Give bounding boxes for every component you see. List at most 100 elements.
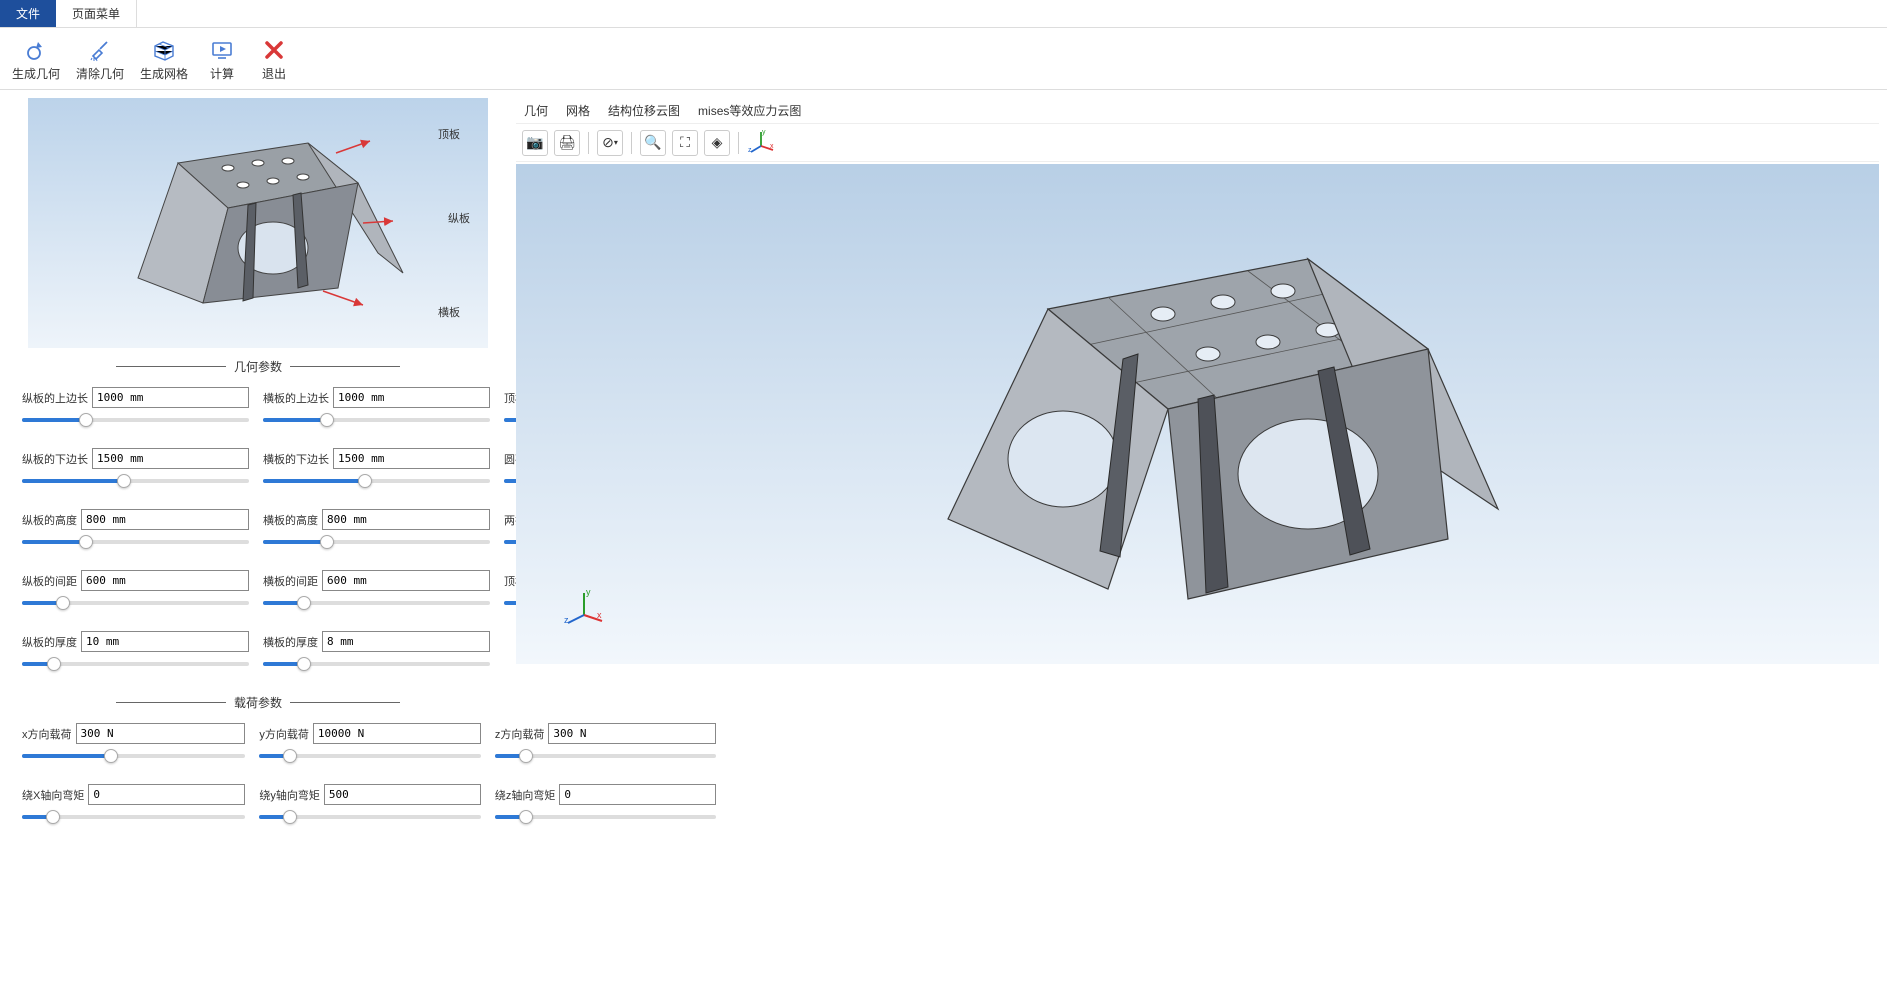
geom-param-6: 纵板的高度	[22, 509, 249, 550]
geom-slider-10[interactable]	[263, 595, 490, 611]
geom-slider-4[interactable]	[263, 473, 490, 489]
clear-geom-label: 清除几何	[76, 65, 124, 82]
geom-param-12: 纵板的厚度	[22, 631, 249, 672]
geom-slider-3[interactable]	[22, 473, 249, 489]
preview-label-cross: 横板	[438, 304, 460, 320]
gen-mesh-button[interactable]: 生成网格	[136, 35, 192, 84]
viewer-toolbar: 📷 🖨 ⊘▾ 🔍 ⛶ ◈ yxz	[516, 123, 1879, 162]
geom-slider-7[interactable]	[263, 534, 490, 550]
circle-slash-icon: ⊘	[602, 134, 614, 151]
svg-text:x: x	[597, 610, 602, 620]
brush-icon	[88, 37, 112, 63]
axis-gizmo-toolbar-icon[interactable]: yxz	[747, 128, 775, 157]
load-label-0: x方向载荷	[22, 726, 72, 742]
geom-input-3[interactable]	[92, 448, 249, 469]
viewer-panel: 几何 网格 结构位移云图 mises等效应力云图 📷 🖨 ⊘▾ 🔍 ⛶ ◈ yx…	[516, 98, 1879, 825]
load-slider-5[interactable]	[495, 809, 717, 825]
geom-input-12[interactable]	[81, 631, 249, 652]
mesh-cube-icon	[151, 37, 177, 63]
menubar-tab-file[interactable]: 文件	[0, 0, 56, 27]
toolbar-separator	[631, 132, 632, 154]
load-label-4: 绕y轴向弯矩	[259, 787, 320, 803]
svg-text:y: y	[762, 129, 766, 136]
geom-label-1: 横板的上边长	[263, 390, 329, 406]
geom-input-1[interactable]	[333, 387, 490, 408]
rotate-button[interactable]: ◈	[704, 130, 730, 156]
geom-param-1: 横板的上边长	[263, 387, 490, 428]
geom-param-3: 纵板的下边长	[22, 448, 249, 489]
clear-geom-button[interactable]: 清除几何	[72, 35, 128, 84]
compute-label: 计算	[210, 65, 234, 82]
geom-input-4[interactable]	[333, 448, 490, 469]
geom-param-10: 横板的间距	[263, 570, 490, 611]
viewer-tab-mesh[interactable]: 网格	[566, 102, 590, 119]
geom-input-6[interactable]	[81, 509, 249, 530]
geom-input-9[interactable]	[81, 570, 249, 591]
gen-geom-label: 生成几何	[12, 65, 60, 82]
shape-icon	[24, 37, 48, 63]
viewer-tab-disp[interactable]: 结构位移云图	[608, 102, 680, 119]
geom-label-10: 横板的间距	[263, 573, 318, 589]
axis-gizmo-viewport-icon: yxz	[564, 587, 604, 628]
menubar-tab-page-menu[interactable]: 页面菜单	[56, 0, 137, 27]
geom-slider-1[interactable]	[263, 412, 490, 428]
play-monitor-icon	[210, 37, 234, 63]
geom-slider-0[interactable]	[22, 412, 249, 428]
load-section-divider: 载荷参数	[8, 694, 508, 711]
fit-button[interactable]: ⛶	[672, 130, 698, 156]
geom-input-7[interactable]	[322, 509, 490, 530]
geom-input-10[interactable]	[322, 570, 490, 591]
gen-geom-button[interactable]: 生成几何	[8, 35, 64, 84]
geom-slider-13[interactable]	[263, 656, 490, 672]
load-input-3[interactable]	[88, 784, 245, 805]
geom-slider-12[interactable]	[22, 656, 249, 672]
load-slider-4[interactable]	[259, 809, 481, 825]
load-slider-1[interactable]	[259, 748, 481, 764]
exit-button[interactable]: 退出	[252, 35, 296, 84]
printer-icon: 🖨	[558, 134, 576, 151]
view-mode-button[interactable]: ⊘▾	[597, 130, 623, 156]
print-button[interactable]: 🖨	[554, 130, 580, 156]
load-section-title: 载荷参数	[234, 694, 282, 711]
geom-params-grid: 纵板的上边长横板的上边长顶板圆孔半径纵板的下边长横板的下边长圆孔间距纵板的高度横…	[8, 387, 508, 672]
geom-label-4: 横板的下边长	[263, 451, 329, 467]
load-input-0[interactable]	[76, 723, 246, 744]
load-label-1: y方向载荷	[259, 726, 309, 742]
geom-input-13[interactable]	[322, 631, 490, 652]
svg-text:z: z	[748, 147, 752, 154]
geom-label-12: 纵板的厚度	[22, 634, 77, 650]
snapshot-button[interactable]: 📷	[522, 130, 548, 156]
load-input-4[interactable]	[324, 784, 481, 805]
viewer-tab-mises[interactable]: mises等效应力云图	[698, 102, 801, 119]
compute-button[interactable]: 计算	[200, 35, 244, 84]
3d-viewport[interactable]: yxz	[516, 164, 1879, 664]
geom-param-9: 纵板的间距	[22, 570, 249, 611]
menubar: 文件 页面菜单	[0, 0, 1887, 28]
geom-section-divider: 几何参数	[8, 358, 508, 375]
load-slider-2[interactable]	[495, 748, 717, 764]
geom-label-13: 横板的厚度	[263, 634, 318, 650]
geom-param-0: 纵板的上边长	[22, 387, 249, 428]
geom-section-title: 几何参数	[234, 358, 282, 375]
chevron-down-icon: ▾	[614, 138, 618, 147]
geom-label-0: 纵板的上边长	[22, 390, 88, 406]
geom-input-0[interactable]	[92, 387, 249, 408]
schematic-preview: 顶板 纵板 横板	[28, 98, 488, 348]
ribbon-toolbar: 生成几何 清除几何 生成网格 计算 退出	[0, 28, 1887, 90]
geom-slider-9[interactable]	[22, 595, 249, 611]
zoom-box-icon: 🔍	[644, 134, 661, 151]
load-input-1[interactable]	[313, 723, 481, 744]
toolbar-separator	[738, 132, 739, 154]
gen-mesh-label: 生成网格	[140, 65, 188, 82]
geom-label-3: 纵板的下边长	[22, 451, 88, 467]
exit-label: 退出	[262, 65, 286, 82]
close-x-icon	[263, 37, 285, 63]
load-slider-0[interactable]	[22, 748, 245, 764]
viewer-tab-geom[interactable]: 几何	[524, 102, 548, 119]
load-slider-3[interactable]	[22, 809, 245, 825]
zoom-window-button[interactable]: 🔍	[640, 130, 666, 156]
geom-slider-6[interactable]	[22, 534, 249, 550]
preview-label-side: 纵板	[448, 210, 470, 226]
load-param-0: x方向载荷	[22, 723, 245, 764]
geom-label-6: 纵板的高度	[22, 512, 77, 528]
